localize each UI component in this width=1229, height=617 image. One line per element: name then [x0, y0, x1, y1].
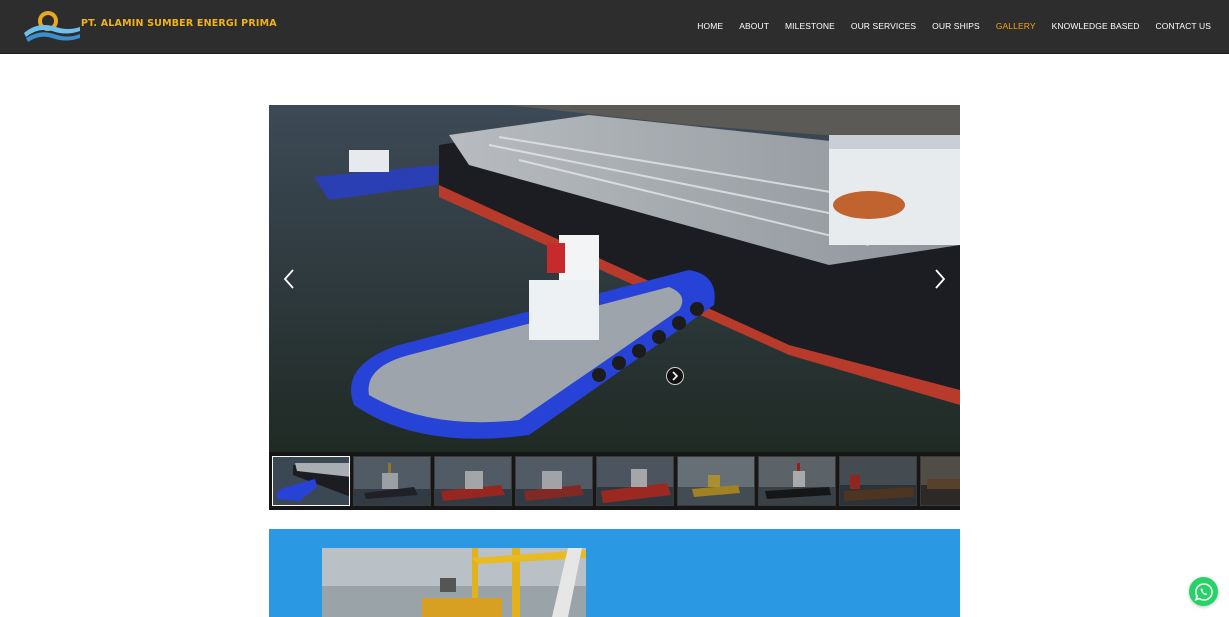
chevron-right-icon	[935, 269, 946, 289]
thumbnails-next-button[interactable]	[666, 367, 684, 385]
gallery-thumbnail[interactable]	[839, 456, 917, 506]
brand-name[interactable]: PT. ALAMIN SUMBER ENERGI PRIMA	[81, 18, 277, 29]
nav-contact-us[interactable]: CONTACT US	[1156, 21, 1211, 31]
featured-section	[269, 529, 960, 617]
main-nav: HOME ABOUT MILESTONE OUR SERVICES OUR SH…	[697, 21, 1211, 31]
site-header: PT. ALAMIN SUMBER ENERGI PRIMA HOME ABOU…	[0, 0, 1229, 54]
whatsapp-button[interactable]	[1189, 577, 1218, 606]
gallery-main-image	[269, 105, 960, 452]
gallery-thumbnail[interactable]	[920, 456, 960, 506]
nav-about[interactable]: ABOUT	[739, 21, 769, 31]
gallery-thumbnail[interactable]	[515, 456, 593, 506]
gallery-thumbnail[interactable]	[353, 456, 431, 506]
gallery-thumbnail[interactable]	[758, 456, 836, 506]
nav-gallery[interactable]: GALLERY	[996, 21, 1036, 31]
gallery-thumbnail[interactable]	[596, 456, 674, 506]
gallery-thumbnail[interactable]	[677, 456, 755, 506]
gallery-thumbnail[interactable]	[272, 456, 350, 506]
port-crane-image	[322, 548, 586, 617]
gallery-thumbnail[interactable]	[434, 456, 512, 506]
nav-our-services[interactable]: OUR SERVICES	[851, 21, 916, 31]
nav-knowledge-based[interactable]: KNOWLEDGE BASED	[1052, 21, 1140, 31]
nav-home[interactable]: HOME	[697, 21, 723, 31]
prev-slide-button[interactable]	[277, 265, 301, 293]
thumbnail-strip	[269, 452, 960, 510]
sun-wave-logo-icon[interactable]	[22, 7, 82, 47]
gallery-slider	[269, 105, 960, 510]
circle-chevron-right-icon	[672, 371, 679, 381]
nav-milestone[interactable]: MILESTONE	[785, 21, 835, 31]
next-slide-button[interactable]	[928, 265, 952, 293]
chevron-left-icon	[283, 269, 294, 289]
whatsapp-icon	[1194, 582, 1213, 601]
nav-our-ships[interactable]: OUR SHIPS	[932, 21, 980, 31]
